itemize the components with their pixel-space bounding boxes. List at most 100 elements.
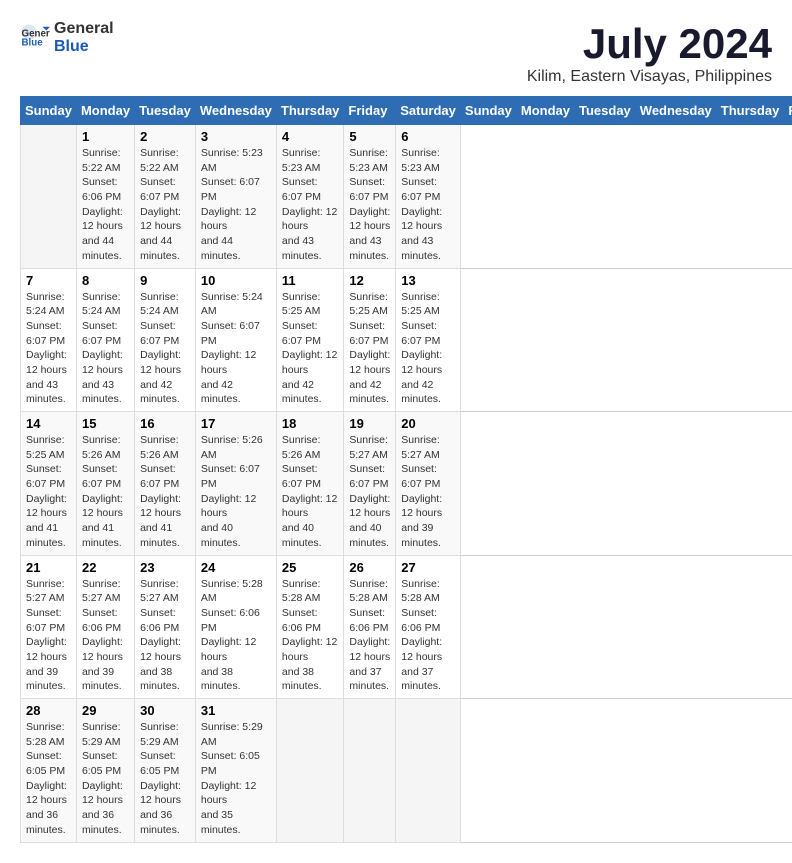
day-number: 21 [26, 560, 71, 575]
day-info: Sunrise: 5:23 AMSunset: 6:07 PMDaylight:… [401, 146, 455, 264]
calendar-header-friday: Friday [344, 97, 396, 125]
calendar-header-row: SundayMondayTuesdayWednesdayThursdayFrid… [21, 97, 792, 125]
day-number: 10 [201, 273, 271, 288]
day-number: 22 [82, 560, 129, 575]
header-day-thursday: Thursday [716, 97, 784, 125]
day-info: Sunrise: 5:23 AMSunset: 6:07 PMDaylight:… [201, 146, 271, 264]
day-info: Sunrise: 5:25 AMSunset: 6:07 PMDaylight:… [401, 290, 455, 408]
day-info: Sunrise: 5:28 AMSunset: 6:05 PMDaylight:… [26, 720, 71, 838]
calendar-header-thursday: Thursday [276, 97, 344, 125]
day-info: Sunrise: 5:25 AMSunset: 6:07 PMDaylight:… [282, 290, 339, 408]
calendar-day-cell: 9Sunrise: 5:24 AMSunset: 6:07 PMDaylight… [135, 268, 196, 412]
calendar-day-cell: 28Sunrise: 5:28 AMSunset: 6:05 PMDayligh… [21, 699, 77, 843]
day-info: Sunrise: 5:28 AMSunset: 6:06 PMDaylight:… [201, 577, 271, 695]
day-number: 15 [82, 416, 129, 431]
header-day-wednesday: Wednesday [635, 97, 716, 125]
calendar-day-cell: 25Sunrise: 5:28 AMSunset: 6:06 PMDayligh… [276, 555, 344, 699]
calendar-day-cell: 24 Sunrise: 5:28 AMSunset: 6:06 PMDayligh… [195, 555, 276, 699]
calendar-day-cell: 17Sunrise: 5:26 AMSunset: 6:07 PMDayligh… [195, 412, 276, 556]
day-number: 6 [401, 129, 455, 144]
calendar-day-cell [344, 699, 396, 843]
day-info: Sunrise: 5:24 AMSunset: 6:07 PMDaylight:… [201, 290, 271, 408]
calendar-day-cell: 12Sunrise: 5:25 AMSunset: 6:07 PMDayligh… [344, 268, 396, 412]
day-info: Sunrise: 5:25 AMSunset: 6:07 PMDaylight:… [349, 290, 390, 408]
calendar-day-cell: 27Sunrise: 5:28 AMSunset: 6:06 PMDayligh… [396, 555, 461, 699]
day-number: 30 [140, 703, 190, 718]
title-section: July 2024 Kilim, Eastern Visayas, Philip… [527, 20, 772, 86]
calendar-day-cell: 31Sunrise: 5:29 AMSunset: 6:05 PMDayligh… [195, 699, 276, 843]
calendar-day-cell: 22Sunrise: 5:27 AMSunset: 6:06 PMDayligh… [76, 555, 134, 699]
svg-text:Blue: Blue [22, 37, 44, 48]
calendar-day-cell: 13 Sunrise: 5:25 AMSunset: 6:07 PMDayligh… [396, 268, 461, 412]
calendar-day-cell [396, 699, 461, 843]
day-number: 11 [282, 273, 339, 288]
calendar-header-monday: Monday [76, 97, 134, 125]
calendar-day-cell: 4Sunrise: 5:23 AMSunset: 6:07 PMDaylight… [276, 125, 344, 269]
calendar-day-cell: 3 Sunrise: 5:23 AMSunset: 6:07 PMDaylight… [195, 125, 276, 269]
calendar-day-cell [276, 699, 344, 843]
calendar-day-cell: 26 Sunrise: 5:28 AMSunset: 6:06 PMDayligh… [344, 555, 396, 699]
calendar-day-cell: 7 Sunrise: 5:24 AMSunset: 6:07 PMDaylight… [21, 268, 77, 412]
day-info: Sunrise: 5:22 AMSunset: 6:07 PMDaylight:… [140, 146, 190, 264]
calendar-week-row: 14 Sunrise: 5:25 AMSunset: 6:07 PMDayligh… [21, 412, 792, 556]
day-number: 24 [201, 560, 271, 575]
header-day-monday: Monday [516, 97, 574, 125]
logo-blue-text: Blue [54, 38, 114, 56]
calendar-week-row: 28Sunrise: 5:28 AMSunset: 6:05 PMDayligh… [21, 699, 792, 843]
day-info: Sunrise: 5:27 AMSunset: 6:06 PMDaylight:… [140, 577, 190, 695]
calendar-day-cell: 15 Sunrise: 5:26 AMSunset: 6:07 PMDayligh… [76, 412, 134, 556]
day-number: 26 [349, 560, 390, 575]
day-number: 14 [26, 416, 71, 431]
day-info: Sunrise: 5:28 AMSunset: 6:06 PMDaylight:… [401, 577, 455, 695]
calendar-day-cell: 20 Sunrise: 5:27 AMSunset: 6:07 PMDayligh… [396, 412, 461, 556]
day-number: 2 [140, 129, 190, 144]
header-day-friday: Friday [784, 97, 792, 125]
day-info: Sunrise: 5:23 AMSunset: 6:07 PMDaylight:… [349, 146, 390, 264]
day-number: 17 [201, 416, 271, 431]
day-info: Sunrise: 5:25 AMSunset: 6:07 PMDaylight:… [26, 433, 71, 551]
day-info: Sunrise: 5:27 AMSunset: 6:07 PMDaylight:… [26, 577, 71, 695]
calendar-day-cell: 6 Sunrise: 5:23 AMSunset: 6:07 PMDaylight… [396, 125, 461, 269]
day-info: Sunrise: 5:28 AMSunset: 6:06 PMDaylight:… [282, 577, 339, 695]
calendar-day-cell: 1 Sunrise: 5:22 AMSunset: 6:06 PMDaylight… [76, 125, 134, 269]
calendar-header-saturday: Saturday [396, 97, 461, 125]
day-number: 3 [201, 129, 271, 144]
day-number: 20 [401, 416, 455, 431]
day-info: Sunrise: 5:27 AMSunset: 6:07 PMDaylight:… [401, 433, 455, 551]
day-info: Sunrise: 5:24 AMSunset: 6:07 PMDaylight:… [82, 290, 129, 408]
day-number: 7 [26, 273, 71, 288]
day-info: Sunrise: 5:26 AMSunset: 6:07 PMDaylight:… [82, 433, 129, 551]
calendar-day-cell: 29 Sunrise: 5:29 AMSunset: 6:05 PMDayligh… [76, 699, 134, 843]
location-subtitle: Kilim, Eastern Visayas, Philippines [527, 68, 772, 86]
day-number: 9 [140, 273, 190, 288]
day-number: 23 [140, 560, 190, 575]
day-info: Sunrise: 5:22 AMSunset: 6:06 PMDaylight:… [82, 146, 129, 264]
day-info: Sunrise: 5:29 AMSunset: 6:05 PMDaylight:… [82, 720, 129, 838]
day-number: 29 [82, 703, 129, 718]
day-number: 5 [349, 129, 390, 144]
calendar-day-cell: 18 Sunrise: 5:26 AMSunset: 6:07 PMDayligh… [276, 412, 344, 556]
header-day-tuesday: Tuesday [575, 97, 636, 125]
calendar-day-cell: 30 Sunrise: 5:29 AMSunset: 6:05 PMDayligh… [135, 699, 196, 843]
day-number: 13 [401, 273, 455, 288]
calendar-day-cell [21, 125, 77, 269]
calendar-header-sunday: Sunday [21, 97, 77, 125]
day-info: Sunrise: 5:29 AMSunset: 6:05 PMDaylight:… [201, 720, 271, 838]
calendar-day-cell: 11 Sunrise: 5:25 AMSunset: 6:07 PMDayligh… [276, 268, 344, 412]
logo: General Blue General Blue [20, 20, 114, 55]
calendar-week-row: 1 Sunrise: 5:22 AMSunset: 6:06 PMDaylight… [21, 125, 792, 269]
calendar-table: SundayMondayTuesdayWednesdayThursdayFrid… [20, 96, 792, 843]
day-info: Sunrise: 5:24 AMSunset: 6:07 PMDaylight:… [26, 290, 71, 408]
calendar-day-cell: 8Sunrise: 5:24 AMSunset: 6:07 PMDaylight… [76, 268, 134, 412]
day-number: 1 [82, 129, 129, 144]
day-info: Sunrise: 5:26 AMSunset: 6:07 PMDaylight:… [282, 433, 339, 551]
day-info: Sunrise: 5:29 AMSunset: 6:05 PMDaylight:… [140, 720, 190, 838]
calendar-day-cell: 23 Sunrise: 5:27 AMSunset: 6:06 PMDayligh… [135, 555, 196, 699]
month-year-title: July 2024 [527, 20, 772, 68]
day-number: 18 [282, 416, 339, 431]
day-number: 16 [140, 416, 190, 431]
calendar-day-cell: 14 Sunrise: 5:25 AMSunset: 6:07 PMDayligh… [21, 412, 77, 556]
day-info: Sunrise: 5:23 AMSunset: 6:07 PMDaylight:… [282, 146, 339, 264]
header-day-sunday: Sunday [460, 97, 516, 125]
day-info: Sunrise: 5:28 AMSunset: 6:06 PMDaylight:… [349, 577, 390, 695]
